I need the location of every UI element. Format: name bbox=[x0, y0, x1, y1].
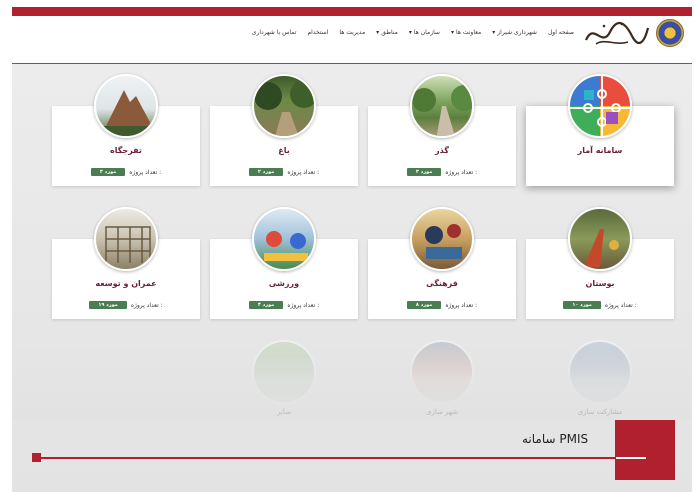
count-badge: ۳ مورد bbox=[406, 168, 442, 176]
card-title: سامانه آمار bbox=[577, 146, 623, 155]
recreation-image[interactable] bbox=[94, 74, 158, 138]
chevron-down-icon: ▾ bbox=[376, 28, 380, 36]
main-navigation: صفحه اول شهرداری شیراز ▾ معاونت ها ▾ سازما… bbox=[252, 24, 574, 40]
park-image[interactable] bbox=[568, 207, 632, 271]
nav-item-managements[interactable]: مدیریت ها bbox=[339, 29, 365, 36]
count-label: تعداد پروژه : bbox=[287, 301, 320, 309]
count-badge: ۱۰ مورد bbox=[563, 301, 601, 309]
pmis-line-inner bbox=[616, 457, 646, 459]
garden-image[interactable] bbox=[252, 74, 316, 138]
site-header: صفحه اول شهرداری شیراز ▾ معاونت ها ▾ سازما… bbox=[12, 16, 692, 62]
bottom-fade bbox=[12, 330, 692, 420]
sports-image[interactable] bbox=[252, 207, 316, 271]
count-badge: ۸ مورد bbox=[406, 301, 442, 309]
count-label: تعداد پروژه : bbox=[130, 301, 163, 309]
municipality-emblem-logo[interactable] bbox=[656, 19, 684, 47]
count-label: تعداد پروژه : bbox=[445, 301, 478, 309]
project-count: ۳ مورد تعداد پروژه : bbox=[52, 168, 200, 176]
project-count: ۱۹ مورد تعداد پروژه : bbox=[52, 301, 200, 309]
card-title: ورزشی bbox=[268, 279, 300, 288]
nav-item-employment[interactable]: استخدام bbox=[307, 29, 328, 36]
nav-item-districts[interactable]: مناطق ▾ bbox=[376, 29, 398, 36]
card-title: گذر bbox=[435, 146, 449, 155]
card-title: بوستان bbox=[585, 279, 615, 288]
count-badge: ۲ مورد bbox=[248, 168, 284, 176]
faded-card-title: مشارکت سازی bbox=[577, 408, 623, 416]
pmis-divider-line bbox=[37, 457, 652, 459]
project-count: ۴ مورد تعداد پروژه : bbox=[210, 301, 358, 309]
count-badge: ۳ مورد bbox=[90, 168, 126, 176]
chevron-down-icon: ▾ bbox=[450, 28, 454, 36]
nav-item-deputies[interactable]: معاونت ها ▾ bbox=[451, 29, 481, 36]
count-label: تعداد پروژه : bbox=[604, 301, 637, 309]
nav-item-contact[interactable]: تماس با شهرداری bbox=[252, 29, 297, 36]
pmis-title: سامانه PMIS bbox=[522, 432, 589, 446]
project-count: ۳ مورد تعداد پروژه : bbox=[368, 168, 516, 176]
card-title: تفرجگاه bbox=[110, 146, 142, 155]
nav-item-home[interactable]: صفحه اول bbox=[548, 29, 574, 36]
chevron-down-icon: ▾ bbox=[492, 28, 496, 36]
project-count: ۲ مورد تعداد پروژه : bbox=[210, 168, 358, 176]
chevron-down-icon: ▾ bbox=[408, 28, 412, 36]
count-label: تعداد پروژه : bbox=[129, 168, 162, 176]
nav-item-organizations[interactable]: سازمان ها ▾ bbox=[409, 29, 440, 36]
passage-image[interactable] bbox=[410, 74, 474, 138]
card-title: عمران و توسعه bbox=[95, 279, 157, 288]
faded-card-title: سایر bbox=[277, 408, 291, 416]
development-image[interactable] bbox=[94, 207, 158, 271]
count-label: تعداد پروژه : bbox=[287, 168, 320, 176]
card-title: فرهنگی bbox=[426, 279, 458, 288]
nav-item-municipality[interactable]: شهرداری شیراز ▾ bbox=[492, 29, 537, 36]
count-label: تعداد پروژه : bbox=[445, 168, 478, 176]
card-title: باغ bbox=[278, 146, 290, 155]
project-count: ۱۰ مورد تعداد پروژه : bbox=[526, 301, 674, 309]
cultural-image[interactable] bbox=[410, 207, 474, 271]
faded-card-title: شهر سازی bbox=[425, 408, 459, 416]
city-calligraphy-logo[interactable] bbox=[582, 18, 652, 50]
pmis-line-marker bbox=[32, 453, 41, 462]
top-accent-bar bbox=[12, 7, 692, 16]
count-badge: ۴ مورد bbox=[248, 301, 284, 309]
project-count: ۸ مورد تعداد پروژه : bbox=[368, 301, 516, 309]
statistics-puzzle-image[interactable] bbox=[568, 74, 632, 138]
pmis-accent-box bbox=[615, 420, 675, 480]
count-badge: ۱۹ مورد bbox=[89, 301, 127, 309]
